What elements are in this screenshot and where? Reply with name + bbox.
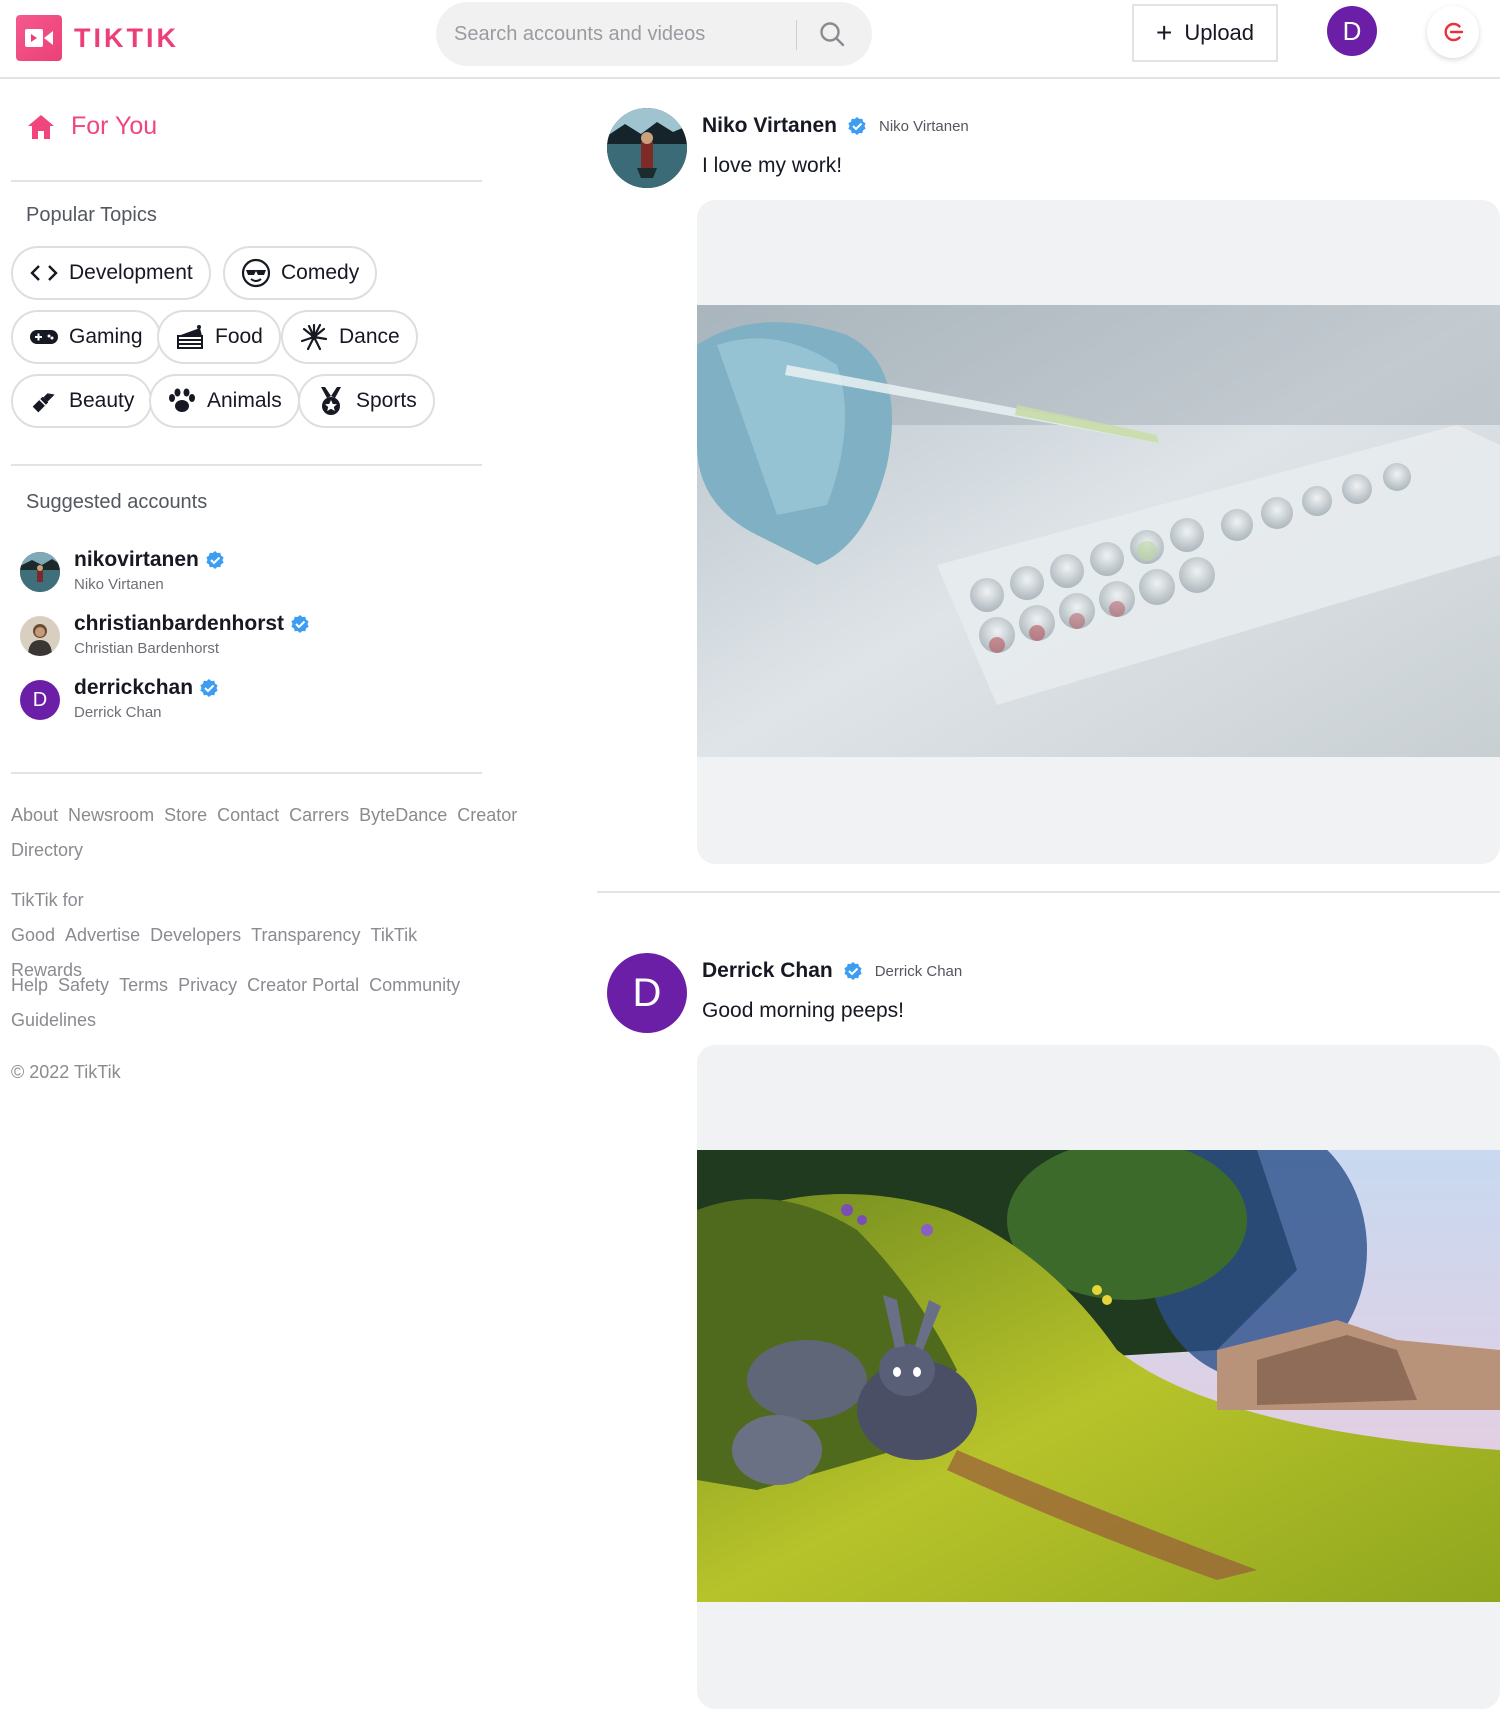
topic-label: Gaming [69, 325, 143, 348]
post-author[interactable]: Niko Virtanen Niko Virtanen [702, 114, 969, 138]
author-name: Derrick Chan [702, 959, 833, 982]
post-caption: I love my work! [702, 154, 843, 177]
cake-icon [175, 322, 205, 352]
medal-icon [316, 386, 346, 416]
avatar [20, 616, 60, 656]
post-caption: Good morning peeps! [702, 999, 904, 1022]
topic-label: Animals [207, 389, 282, 412]
avatar[interactable] [607, 108, 687, 188]
account-username: nikovirtanen [74, 548, 199, 571]
footer-link[interactable]: About [11, 805, 58, 825]
video-player[interactable] [697, 1045, 1500, 1709]
popular-topics-title: Popular Topics [26, 204, 157, 226]
footer-links-1: About Newsroom Store Contact Carrers ByteDanc… [11, 798, 517, 868]
video-thumbnail [697, 1150, 1500, 1602]
search-icon [820, 22, 845, 47]
verified-icon [206, 551, 224, 569]
author-handle: Niko Virtanen [878, 117, 969, 135]
lipstick-icon [29, 386, 59, 416]
video-player[interactable] [697, 200, 1500, 864]
nav-for-you-label: For You [71, 112, 158, 140]
footer-link[interactable]: Store [164, 805, 207, 825]
topic-gaming[interactable]: Gaming [11, 310, 161, 364]
account-username: christianbardenhorst [74, 612, 285, 635]
account-display-name: Christian Bardenhorst [74, 640, 220, 657]
verified-icon [200, 679, 218, 697]
footer-link[interactable]: Advertise [65, 925, 140, 945]
footer-link[interactable]: Privacy [178, 975, 237, 995]
code-icon [29, 258, 59, 288]
topic-label: Comedy [281, 261, 360, 284]
suggested-account[interactable]: nikovirtanen Niko Virtanen [20, 548, 225, 593]
post-divider [597, 891, 1500, 893]
footer-link[interactable]: Creator Portal [247, 975, 359, 995]
topic-label: Dance [339, 325, 400, 348]
author-name: Niko Virtanen [702, 114, 837, 137]
topic-development[interactable]: Development [11, 246, 211, 300]
upload-label: Upload [1184, 20, 1255, 45]
paw-icon [167, 386, 197, 416]
footer-link[interactable]: Safety [58, 975, 109, 995]
footer-links-3: Help Safety Terms Privacy Creator Portal Comm… [11, 968, 471, 1038]
footer-link[interactable]: ByteDance [359, 805, 447, 825]
verified-icon [844, 962, 862, 980]
footer-link[interactable]: Newsroom [68, 805, 154, 825]
divider [11, 464, 482, 466]
topic-sports[interactable]: Sports [298, 374, 435, 428]
topic-animals[interactable]: Animals [149, 374, 300, 428]
suggested-account[interactable]: christianbardenhorst Christian Bardenhor… [20, 612, 310, 657]
topic-food[interactable]: Food [157, 310, 281, 364]
topic-label: Sports [356, 389, 417, 412]
copyright: © 2022 TikTik [11, 1062, 121, 1082]
video-camera-icon [16, 15, 62, 61]
search-bar [436, 2, 872, 66]
verified-icon [291, 615, 309, 633]
search-divider [796, 20, 797, 50]
topic-beauty[interactable]: Beauty [11, 374, 153, 428]
upload-button[interactable]: + Upload [1132, 4, 1278, 62]
account-username: derrickchan [74, 676, 194, 699]
sunglasses-face-icon [241, 258, 271, 288]
logo-text: TIKTIK [74, 22, 179, 53]
author-handle: Derrick Chan [874, 962, 963, 980]
search-button[interactable] [810, 14, 854, 54]
search-input[interactable] [454, 20, 794, 48]
topic-comedy[interactable]: Comedy [223, 246, 378, 300]
user-avatar[interactable]: D [1327, 6, 1377, 56]
account-display-name: Niko Virtanen [74, 576, 164, 593]
gamepad-icon [29, 322, 59, 352]
topic-label: Beauty [69, 389, 135, 412]
avatar [20, 552, 60, 592]
video-thumbnail [697, 305, 1500, 757]
dance-icon [299, 322, 329, 352]
plus-icon: + [1155, 17, 1173, 48]
topic-label: Development [69, 261, 193, 284]
home-icon [28, 114, 54, 139]
account-display-name: Derrick Chan [74, 704, 162, 721]
top-nav: TIKTIK + Upload D [0, 0, 1500, 79]
post-author[interactable]: Derrick Chan Derrick Chan [702, 959, 962, 983]
avatar[interactable]: D [607, 953, 687, 1033]
footer-link[interactable]: Developers [150, 925, 241, 945]
divider [11, 180, 482, 182]
logout-button[interactable] [1427, 6, 1479, 58]
footer-link[interactable]: Contact [217, 805, 279, 825]
suggested-account[interactable]: D derrickchan Derrick Chan [20, 676, 219, 721]
nav-for-you[interactable]: For You [27, 112, 157, 141]
footer-link[interactable]: Terms [119, 975, 168, 995]
avatar: D [20, 680, 60, 720]
topic-label: Food [215, 325, 263, 348]
logo[interactable]: TIKTIK [16, 15, 179, 61]
logout-icon [1444, 22, 1464, 42]
divider [11, 772, 482, 774]
footer-link[interactable]: Transparency [251, 925, 360, 945]
suggested-accounts-title: Suggested accounts [26, 491, 208, 513]
verified-icon [848, 117, 866, 135]
topic-dance[interactable]: Dance [281, 310, 418, 364]
footer-link[interactable]: Help [11, 975, 48, 995]
footer-link[interactable]: Carrers [289, 805, 349, 825]
